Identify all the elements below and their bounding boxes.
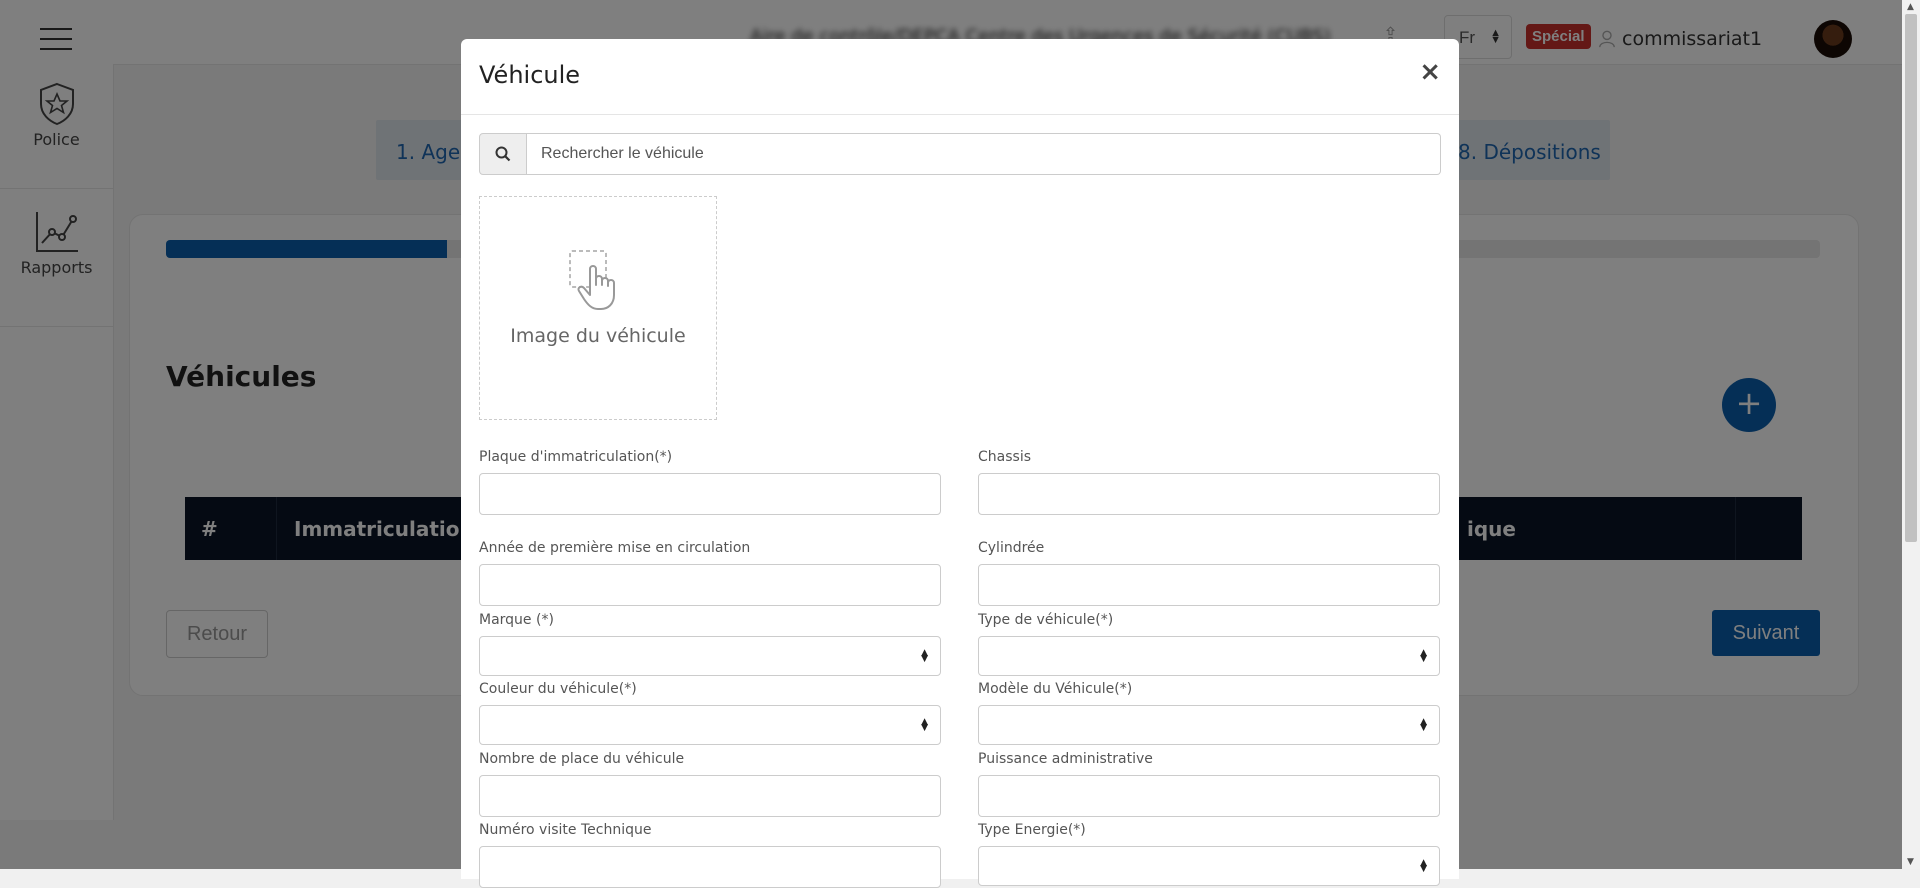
vehicle-modal: Véhicule × Image du véhicule Plaque d'im… <box>461 39 1459 888</box>
vehicle-search <box>479 133 1441 175</box>
model-select[interactable]: ▲ ▼ <box>978 705 1440 745</box>
scroll-down-icon[interactable]: ▼ <box>1907 857 1914 867</box>
vehicle-type-select[interactable]: ▲ ▼ <box>978 636 1440 676</box>
color-select[interactable]: ▲ ▼ <box>479 705 941 745</box>
select-arrows-icon: ▲▼ <box>1420 648 1427 664</box>
scrollbar-thumb[interactable] <box>1905 14 1917 542</box>
vehicle-image-upload[interactable]: Image du véhicule <box>479 196 717 420</box>
select-arrows-icon: ▲▼ <box>1420 717 1427 733</box>
select-arrows-icon: ▲▼ <box>1420 858 1427 874</box>
close-icon[interactable]: × <box>1419 59 1441 85</box>
seats-input[interactable] <box>479 775 941 817</box>
search-button[interactable] <box>479 133 527 175</box>
energy-label: Type Energie(*) <box>978 822 1086 838</box>
plate-input[interactable] <box>479 473 941 515</box>
modal-header: Véhicule × <box>461 39 1459 115</box>
search-icon <box>495 146 511 162</box>
power-label: Puissance administrative <box>978 751 1153 767</box>
seats-label: Nombre de place du véhicule <box>479 751 685 767</box>
brand-label: Marque (*) <box>479 612 554 628</box>
select-arrows-icon: ▲▼ <box>921 648 928 664</box>
inspection-input[interactable] <box>479 846 941 888</box>
modal-title: Véhicule <box>479 61 581 89</box>
select-arrows-icon: ▲▼ <box>921 717 928 733</box>
year-input[interactable] <box>479 564 941 606</box>
tap-hand-icon <box>569 250 615 310</box>
inspection-label: Numéro visite Technique <box>479 822 652 838</box>
vehicle-type-label: Type de véhicule(*) <box>978 612 1114 628</box>
power-input[interactable] <box>978 775 1440 817</box>
cylinder-input[interactable] <box>978 564 1440 606</box>
year-label: Année de première mise en circulation <box>479 540 751 556</box>
cylinder-label: Cylindrée <box>978 540 1045 556</box>
brand-select[interactable]: ▲ ▼ <box>479 636 941 676</box>
scroll-up-icon[interactable]: ▲ <box>1907 2 1914 12</box>
energy-select[interactable]: ▲ ▼ <box>978 846 1440 886</box>
chassis-label: Chassis <box>978 449 1031 465</box>
chassis-input[interactable] <box>978 473 1440 515</box>
page-scrollbar[interactable]: ▲ ▼ <box>1902 0 1920 869</box>
search-input[interactable] <box>527 133 1441 175</box>
model-label: Modèle du Véhicule(*) <box>978 681 1133 697</box>
plate-label: Plaque d'immatriculation(*) <box>479 449 673 465</box>
image-caption: Image du véhicule <box>510 325 686 347</box>
color-label: Couleur du véhicule(*) <box>479 681 637 697</box>
